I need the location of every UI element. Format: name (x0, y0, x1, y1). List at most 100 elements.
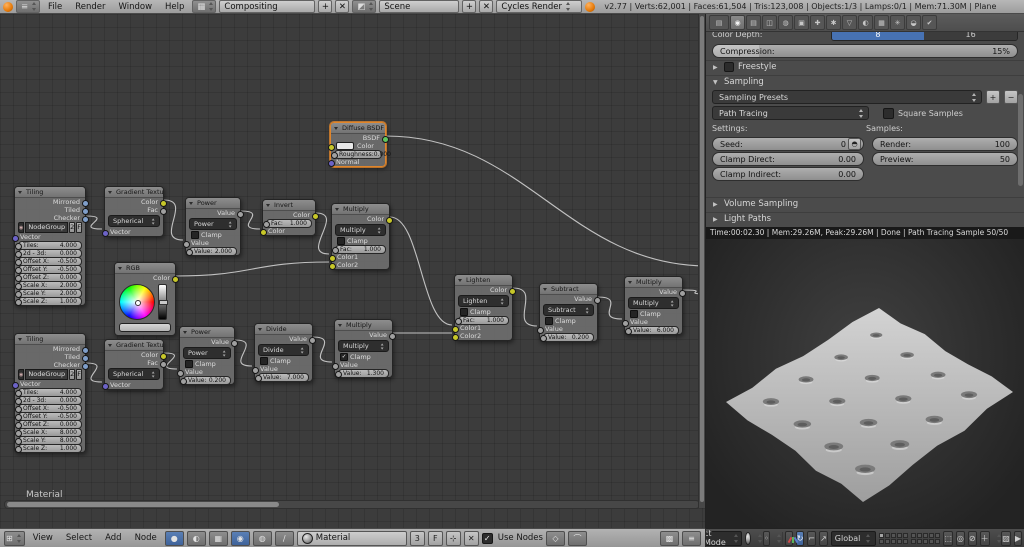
gray-socket[interactable] (539, 334, 547, 342)
tab-particles-icon[interactable]: ✳ (890, 15, 905, 30)
nodegroup-selector[interactable]: ◉ NodeGroup 2 F (18, 369, 83, 380)
linestyle-shader-icon[interactable]: ∕ (274, 530, 294, 546)
yellow-socket[interactable] (327, 143, 335, 151)
value-slider[interactable]: Offset Y: -0.500 (14, 265, 82, 274)
layer-button[interactable] (903, 538, 909, 544)
value-slider[interactable]: Offset Z: 0.000 (14, 420, 82, 429)
node-editor[interactable]: Diffuse BSDF BSDF Color Roughness: 0.000 Norm… (0, 14, 706, 528)
node-multiply-3[interactable]: Multiply Value Multiply ✓ Clamp Value Value: 1.… (331, 319, 396, 378)
node-multiply-mix[interactable]: Multiply Color Multiply Clamp Fac: 1.000 Color… (328, 203, 393, 270)
node-header[interactable]: Power (180, 327, 234, 338)
square-samples-checkbox[interactable] (883, 107, 894, 119)
node-header[interactable]: Lighten (455, 275, 512, 286)
preset-remove-button[interactable]: − (1004, 90, 1018, 104)
value-slider[interactable]: Value: 0.200 (179, 376, 231, 385)
clamp-checkbox[interactable]: Clamp (180, 360, 234, 368)
mode-dropdown[interactable]: ct Mode (706, 529, 742, 547)
nodegroup-selector[interactable]: ◉ NodeGroup 2 F (18, 222, 83, 233)
clamp-checkbox[interactable]: Clamp (332, 237, 389, 245)
layer-button[interactable] (891, 538, 897, 544)
menu-help[interactable]: Help (160, 2, 189, 12)
tab-world-icon[interactable]: ◍ (778, 15, 793, 30)
node-gradient-texture-1[interactable]: Gradient TextureColorFacSphericalVector (101, 186, 167, 237)
value-slider[interactable]: Value: 6.000 (624, 326, 679, 335)
value-slider[interactable]: Scale X: 2.000 (14, 281, 82, 290)
value-slider[interactable]: Tiles: 4.000 (14, 388, 82, 397)
node-invert-1[interactable]: Invert Color Fac: 1.000 Color (259, 199, 319, 236)
gray-socket[interactable] (14, 258, 22, 266)
users-button[interactable]: 2 (69, 222, 76, 233)
gray-socket[interactable] (14, 437, 22, 445)
scene-icon[interactable]: ◩ (352, 0, 377, 13)
panel-header-light-paths[interactable]: ▶ Light Paths (706, 212, 1024, 225)
purple-socket[interactable] (101, 382, 109, 390)
blue-socket[interactable] (81, 354, 89, 362)
layer-button[interactable] (923, 532, 929, 538)
gray-socket[interactable] (14, 266, 22, 274)
node-menu-view[interactable]: View (28, 533, 58, 543)
world-shader-icon[interactable]: ◍ (252, 530, 272, 546)
node-header[interactable]: Multiply (335, 320, 392, 331)
paste-nodes-icon[interactable]: ≡ (682, 530, 701, 546)
gray-socket[interactable] (159, 360, 167, 368)
layer-button[interactable] (885, 532, 891, 538)
layer-buttons-group-2[interactable] (911, 532, 941, 544)
clamp-checkbox[interactable]: Clamp (255, 357, 312, 365)
lock-icon[interactable]: ⬚ (943, 530, 953, 546)
node-dropdown[interactable]: Power (183, 347, 231, 359)
tab-last-icon[interactable]: ✔ (922, 15, 937, 30)
render-samples-field[interactable]: Render: 100 (872, 137, 1018, 151)
scene-add-button[interactable]: + (462, 0, 477, 13)
gray-socket[interactable] (678, 289, 686, 297)
tab-object-icon[interactable]: ▣ (794, 15, 809, 30)
green-socket[interactable] (381, 135, 389, 143)
color-depth-8[interactable]: 8 (831, 32, 925, 40)
node-dropdown[interactable]: Subtract (543, 304, 594, 316)
value-slider[interactable]: Offset X: -0.500 (14, 257, 82, 266)
blue-socket[interactable] (81, 215, 89, 223)
object-shader-icon[interactable]: ◉ (230, 530, 250, 546)
tab-render-layers-icon[interactable]: ▤ (746, 15, 761, 30)
gray-socket[interactable] (14, 250, 22, 258)
layer-button[interactable] (923, 538, 929, 544)
editor-type-icon[interactable]: ≡ (16, 0, 40, 13)
fake-user-button[interactable]: F (427, 530, 443, 546)
node-header[interactable]: Invert (263, 200, 315, 211)
clamp-checkbox[interactable]: ✓ Clamp (335, 353, 392, 361)
gray-socket[interactable] (14, 242, 22, 250)
gray-socket[interactable] (330, 151, 338, 159)
gray-socket[interactable] (254, 374, 262, 382)
preset-add-button[interactable]: + (986, 90, 1000, 104)
layer-button[interactable] (885, 538, 891, 544)
layer-button[interactable] (897, 532, 903, 538)
node-gradient-texture-2[interactable]: Gradient TextureColorFacSphericalVector (101, 339, 167, 390)
gray-socket[interactable] (624, 327, 632, 335)
gray-socket[interactable] (14, 429, 22, 437)
gray-socket[interactable] (388, 332, 396, 340)
manipulator-rotate-icon[interactable]: ↻ (795, 530, 805, 546)
material-users-button[interactable]: 3 (409, 530, 425, 546)
gray-socket[interactable] (14, 290, 22, 298)
viewport-shading-icon[interactable] (744, 531, 752, 545)
layer-button[interactable] (929, 532, 935, 538)
layer-button[interactable] (929, 538, 935, 544)
proportional-edit-icon[interactable]: ＋ (979, 530, 990, 546)
tab-data-icon[interactable]: ▽ (842, 15, 857, 30)
value-slider[interactable]: Fac: 1.000 (262, 219, 312, 228)
node-header[interactable]: Divide (255, 324, 312, 335)
node-diffuse-bsdf[interactable]: Diffuse BSDF BSDF Color Roughness: 0.000 Norm… (327, 122, 391, 167)
layer-button[interactable] (879, 532, 885, 538)
node-dropdown[interactable]: Multiply (335, 224, 386, 236)
layer-button[interactable] (891, 532, 897, 538)
node-editor-hscrollbar[interactable] (4, 500, 700, 509)
value-slider[interactable]: Scale Y: 8.000 (14, 436, 82, 445)
purple-socket[interactable] (101, 229, 109, 237)
users-button[interactable]: 2 (69, 369, 76, 380)
pin-icon[interactable]: ⊹ (445, 530, 461, 546)
node-power-2[interactable]: Power Value Power Clamp Value Value: 0.200 (176, 326, 238, 385)
gray-socket[interactable] (14, 397, 22, 405)
screen-layout-icon[interactable]: ▦ (192, 0, 217, 13)
node-editor-vscrollbar[interactable] (698, 14, 705, 508)
value-slider[interactable]: Offset Z: 0.000 (14, 273, 82, 282)
freestyle-checkbox[interactable] (724, 62, 734, 72)
